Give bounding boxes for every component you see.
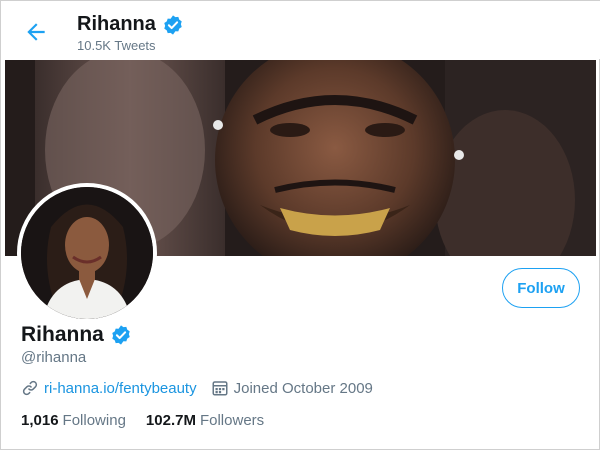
calendar-icon [211,379,229,397]
profile-page: Rihanna 10.5K Tweets Follow Rihanna @rih… [0,0,600,450]
joined-date: Joined October 2009 [233,379,373,397]
followers-stat[interactable]: 102.7M Followers [146,412,264,429]
verified-badge-icon [112,325,130,345]
arrow-left-icon [27,23,45,41]
avatar-photo [21,187,153,319]
tweet-count: 10.5K Tweets [77,38,156,53]
following-stat[interactable]: 1,016 Following [21,412,126,429]
followers-label: Followers [199,412,265,429]
verified-badge-icon [164,14,182,35]
profile-name: Rihanna [21,323,104,346]
header-name: Rihanna [77,13,156,35]
following-count: 1,016 [21,412,59,429]
profile-stats: 1,016 Following 102.7M Followers [21,412,264,429]
profile-handle: @rihanna [21,349,87,366]
header-title: Rihanna [77,13,184,36]
profile-meta: ri-hanna.io/fentybeauty Joined October 2… [21,379,373,397]
profile-website-link[interactable]: ri-hanna.io/fentybeauty [44,380,197,397]
following-label: Following [62,412,126,429]
follow-button[interactable]: Follow [502,268,580,308]
profile-display-name: Rihanna [21,323,132,347]
followers-count: 102.7M [145,412,196,429]
back-button[interactable] [23,19,49,45]
profile-header-bar: Rihanna 10.5K Tweets [1,1,600,59]
link-icon [21,379,39,397]
profile-avatar[interactable] [17,183,157,323]
